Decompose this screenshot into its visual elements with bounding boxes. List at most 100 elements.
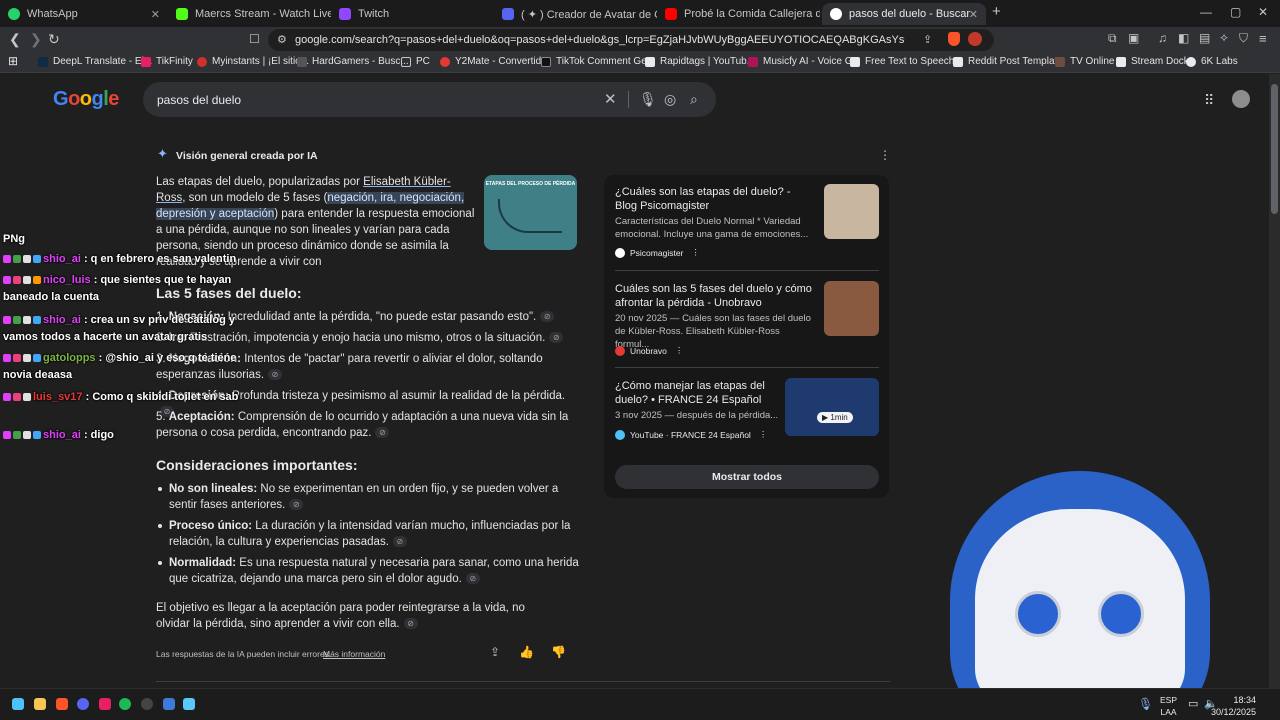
site-info-icon[interactable]: ⚙ (277, 33, 287, 46)
bookmark-star-icon[interactable]: ☐ (249, 32, 260, 46)
wallet-icon[interactable]: ▤ (1199, 31, 1210, 45)
bookmark-item[interactable]: Reddit Post Templat... (953, 56, 1066, 67)
source-snippet: 3 nov 2025 — después de la pérdida... (615, 410, 779, 421)
link-icon[interactable]: ⊘ (268, 369, 283, 381)
system-clock[interactable]: 18:34 30/12/2025 (1211, 694, 1256, 718)
tab-kick[interactable]: Maercs Stream - Watch Live on K (168, 3, 331, 25)
tab-youtube[interactable]: Probé la Comida Callejera de TODO (657, 3, 820, 25)
show-all-button[interactable]: Mostrar todos (615, 465, 879, 489)
link-icon[interactable]: ⊘ (289, 499, 304, 511)
bookmark-item[interactable]: DeepL Translate - El... (38, 56, 152, 67)
source-title[interactable]: ¿Cuáles son las etapas del duelo? - Blog… (615, 185, 815, 213)
discord-icon[interactable] (77, 698, 89, 710)
more-options-icon[interactable]: ⋮ (759, 429, 768, 440)
chat-line: nico_luis : que sientes que te hayan (3, 272, 231, 289)
bookmark-item[interactable]: Y2Mate - Convertid... (440, 56, 549, 67)
avatar-eye-right (1098, 591, 1144, 637)
bookmark-item[interactable]: TikFinity (141, 56, 193, 67)
link-icon[interactable]: ⊘ (540, 311, 555, 323)
tab-google-search[interactable]: pasos del duelo - Buscar con Go ✕ (822, 3, 986, 25)
more-info-link[interactable]: Más información (323, 649, 385, 659)
link-icon[interactable]: ⊘ (392, 536, 407, 548)
maximize-icon[interactable]: ▢ (1230, 5, 1241, 19)
avatar[interactable] (1232, 90, 1250, 108)
source-snippet: Características del Duelo Normal * Varie… (615, 216, 809, 240)
leo-ai-icon[interactable]: ✧ (1219, 31, 1229, 45)
screenshot-icon[interactable]: ▣ (1128, 31, 1139, 45)
back-icon[interactable]: ❮ (9, 31, 21, 48)
tab-title: Twitch (358, 8, 390, 20)
sidebar-icon[interactable]: ◧ (1178, 31, 1189, 45)
bookmark-item[interactable]: Myinstants | ¡El sitio... (197, 56, 309, 67)
close-window-icon[interactable]: ✕ (1258, 5, 1268, 19)
language-indicator[interactable]: ESP LAA (1160, 694, 1177, 718)
spotify-icon[interactable] (119, 698, 131, 710)
page-scrollbar[interactable] (1269, 74, 1280, 688)
menu-icon[interactable]: ≡ (1259, 31, 1267, 46)
file-explorer-icon[interactable] (34, 698, 46, 710)
source-title[interactable]: Cuáles son las 5 fases del duelo y cómo … (615, 282, 815, 310)
network-icon[interactable]: ▭ (1188, 697, 1198, 710)
bookmark-folder[interactable]: PC (401, 56, 430, 67)
tab-avatar-creator[interactable]: ( ✦ ) Creador de Avatar de Catálogo (494, 3, 657, 25)
lens-icon[interactable]: ◎ (664, 91, 676, 108)
bookmark-item[interactable]: 6K Labs (1186, 56, 1238, 67)
rewards-icon[interactable] (968, 32, 982, 46)
bookmark-item[interactable]: Rapidtags | YouTub... (645, 56, 755, 67)
ai-overview-image[interactable]: ETAPAS DEL PROCESO DE PÉRDIDA (484, 175, 577, 250)
minimize-icon[interactable]: — (1200, 5, 1212, 19)
search-box[interactable]: pasos del duelo ✕ 🎙 ◎ ⌕ (143, 82, 716, 117)
new-tab-icon[interactable]: + (992, 3, 1001, 20)
tab-twitch[interactable]: Twitch (331, 3, 494, 25)
google-apps-icon[interactable]: ⠿ (1204, 92, 1214, 109)
link-icon[interactable]: ⊘ (549, 332, 564, 344)
youtube-icon (665, 8, 677, 20)
link-icon[interactable]: ⊘ (375, 427, 390, 439)
app-icon[interactable] (183, 698, 195, 710)
source-card[interactable]: ¿Cuáles son las etapas del duelo? - Blog… (604, 175, 889, 263)
close-icon[interactable]: ✕ (151, 8, 160, 21)
search-input[interactable]: pasos del duelo (157, 93, 241, 107)
bookmark-item[interactable]: TV Online (1055, 56, 1114, 67)
url-text[interactable]: google.com/search?q=pasos+del+duelo&oq=p… (295, 34, 905, 46)
google-logo[interactable]: Google (53, 88, 119, 111)
source-title[interactable]: ¿Cómo manejar las etapas del duelo? • FR… (615, 379, 785, 407)
clear-icon[interactable]: ✕ (604, 90, 617, 108)
share-icon[interactable]: ⇪ (923, 33, 932, 46)
bookmark-item[interactable]: Musicfy AI - Voice G... (748, 56, 861, 67)
obs-icon[interactable] (141, 698, 153, 710)
apps-icon[interactable]: ⊞ (8, 54, 18, 68)
video-thumbnail[interactable]: ▶ 1min (785, 378, 879, 436)
bookmark-item[interactable]: Stream Dock (1116, 56, 1189, 67)
brave-shield-icon[interactable] (948, 32, 960, 46)
more-options-icon[interactable]: ⋮ (691, 247, 700, 258)
bookmark-item[interactable]: Free Text to Speech... (850, 56, 963, 67)
bookmark-item[interactable]: HardGamers - Busc... (297, 56, 409, 67)
microphone-icon[interactable]: 🎙 (1138, 697, 1153, 711)
forward-icon[interactable]: ❯ (30, 31, 42, 48)
vpn-icon[interactable]: ⛉ (1239, 31, 1248, 46)
extensions-icon[interactable]: ⧉ (1108, 31, 1117, 46)
tab-whatsapp[interactable]: WhatsApp ✕ (0, 3, 168, 25)
app-icon[interactable] (163, 698, 175, 710)
thumbs-up-icon[interactable]: 👍 (519, 645, 534, 659)
source-card[interactable]: Cuáles son las 5 fases del duelo y cómo … (604, 272, 889, 360)
windows-start-icon[interactable] (12, 698, 24, 710)
share-icon[interactable]: ⇪ (490, 645, 500, 659)
app-icon[interactable] (99, 698, 111, 710)
brave-icon[interactable] (56, 698, 68, 710)
source-card[interactable]: ¿Cómo manejar las etapas del duelo? • FR… (604, 369, 889, 457)
music-icon[interactable]: ♫ (1158, 31, 1167, 45)
thumbs-down-icon[interactable]: 👎 (551, 645, 566, 659)
reload-icon[interactable]: ↻ (48, 31, 60, 48)
more-options-icon[interactable]: ⋮ (879, 148, 891, 162)
close-icon[interactable]: ✕ (969, 8, 978, 21)
link-icon[interactable]: ⊘ (403, 618, 418, 630)
microphone-icon[interactable]: 🎙 (639, 91, 657, 108)
link-icon[interactable]: ⊘ (465, 573, 480, 585)
scrollbar-thumb[interactable] (1271, 84, 1278, 214)
bookmark-item[interactable]: TikTok Comment Ge... (541, 56, 655, 67)
more-options-icon[interactable]: ⋮ (675, 345, 684, 356)
search-icon[interactable]: ⌕ (690, 91, 698, 108)
address-bar[interactable]: ⚙ google.com/search?q=pasos+del+duelo&oq… (268, 29, 994, 51)
